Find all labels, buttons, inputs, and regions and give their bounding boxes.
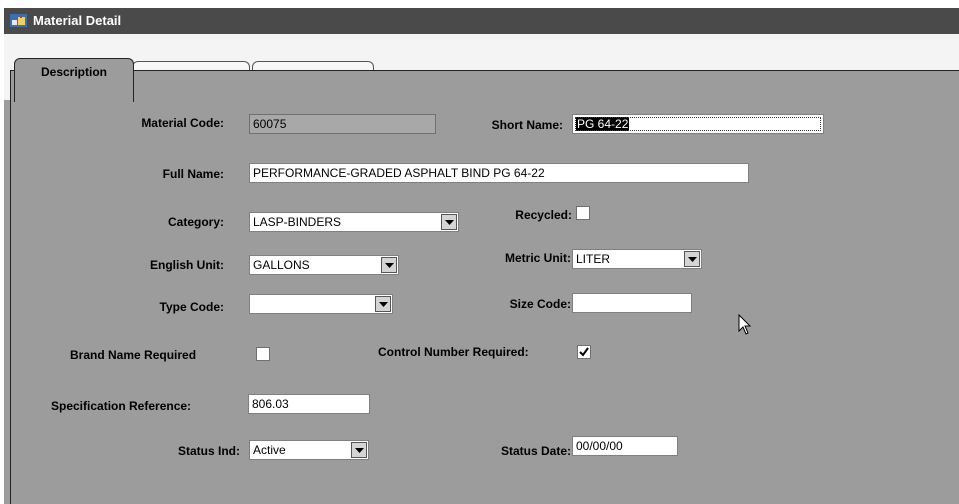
short-name-field[interactable]: PG 64-22	[572, 114, 824, 134]
specification-reference-field[interactable]: 806.03	[248, 394, 370, 414]
recycled-checkbox[interactable]	[576, 206, 590, 220]
full-name-label: Full Name:	[162, 167, 224, 181]
type-code-dropdown[interactable]	[249, 294, 393, 314]
chevron-down-icon[interactable]	[441, 214, 457, 230]
tab-description[interactable]: Description	[14, 58, 134, 102]
size-code-label: Size Code:	[509, 297, 571, 311]
control-number-required-checkbox[interactable]	[577, 345, 591, 359]
description-panel: Material Code: 60075 Short Name: PG 64-2…	[10, 70, 959, 504]
material-code-label: Material Code:	[141, 116, 224, 130]
mouse-pointer-icon	[738, 313, 752, 339]
specification-reference-label: Specification Reference:	[51, 399, 192, 413]
status-date-label: Status Date:	[500, 444, 571, 458]
status-ind-value: Active	[253, 443, 286, 457]
category-label: Category:	[167, 215, 224, 229]
brand-name-required-checkbox[interactable]	[256, 347, 270, 361]
material-code-field: 60075	[249, 114, 436, 134]
chevron-down-icon[interactable]	[381, 257, 397, 273]
recycled-label: Recycled:	[515, 208, 572, 222]
metric-unit-value: LITER	[576, 252, 611, 266]
chevron-down-icon[interactable]	[351, 442, 367, 458]
metric-unit-label: Metric Unit:	[505, 251, 571, 265]
size-code-field[interactable]	[572, 293, 692, 313]
control-number-required-label: Control Number Required:	[378, 345, 529, 359]
category-dropdown[interactable]: LASP-BINDERS	[249, 212, 459, 232]
status-date-field[interactable]: 00/00/00	[572, 436, 678, 456]
english-unit-label: English Unit:	[150, 258, 224, 272]
category-value: LASP-BINDERS	[253, 215, 342, 229]
short-name-label: Short Name:	[491, 118, 563, 132]
english-unit-value: GALLONS	[253, 258, 310, 272]
window-title: Material Detail	[33, 13, 122, 28]
status-ind-dropdown[interactable]: Active	[249, 440, 369, 460]
checkmark-icon	[579, 347, 589, 357]
brand-name-required-label: Brand Name Required	[70, 348, 197, 362]
type-code-label: Type Code:	[159, 300, 224, 314]
chevron-down-icon[interactable]	[684, 251, 700, 267]
short-name-value: PG 64-22	[576, 117, 630, 131]
english-unit-dropdown[interactable]: GALLONS	[249, 255, 399, 275]
title-bar[interactable]: Material Detail	[4, 8, 959, 34]
chevron-down-icon[interactable]	[375, 296, 391, 312]
material-detail-window: Material Detail Description Tests Gradat…	[4, 8, 959, 504]
status-ind-label: Status Ind:	[178, 444, 240, 458]
metric-unit-dropdown[interactable]: LITER	[572, 249, 702, 269]
full-name-field[interactable]: PERFORMANCE-GRADED ASPHALT BIND PG 64-22	[249, 163, 749, 183]
material-window-icon	[10, 14, 27, 27]
